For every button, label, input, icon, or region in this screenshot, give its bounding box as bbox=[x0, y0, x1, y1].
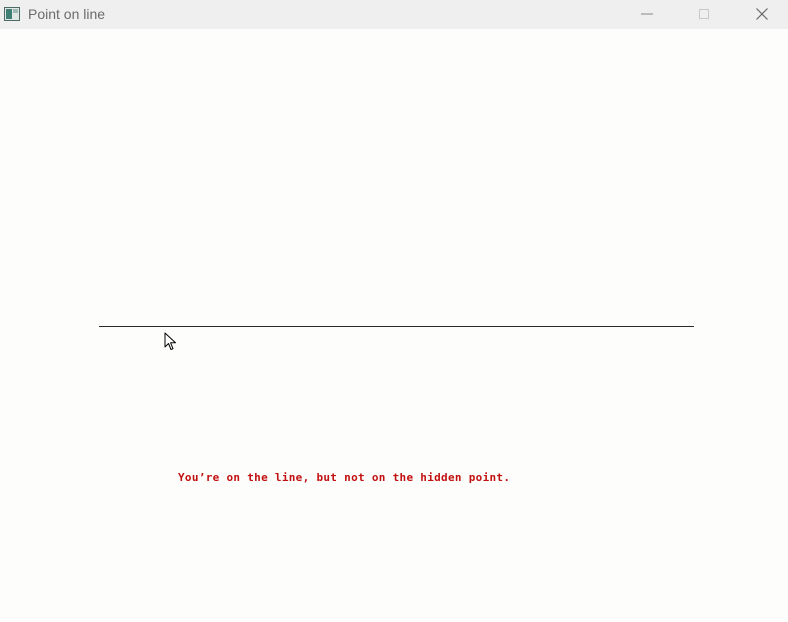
horizontal-line[interactable] bbox=[99, 326, 694, 327]
minimize-icon bbox=[641, 13, 653, 15]
app-window: Point on line You’re on the line, but no… bbox=[0, 0, 788, 622]
window-title: Point on line bbox=[28, 6, 106, 22]
close-button[interactable] bbox=[739, 0, 785, 29]
maximize-icon bbox=[699, 9, 709, 19]
maximize-button[interactable] bbox=[681, 0, 727, 29]
close-icon bbox=[756, 8, 768, 20]
drawing-canvas[interactable]: You’re on the line, but not on the hidde… bbox=[0, 29, 788, 622]
mouse-cursor-icon bbox=[164, 332, 176, 350]
minimize-button[interactable] bbox=[624, 0, 670, 29]
title-bar[interactable]: Point on line bbox=[0, 0, 788, 29]
status-message: You’re on the line, but not on the hidde… bbox=[178, 471, 511, 484]
app-window-icon bbox=[4, 7, 20, 21]
